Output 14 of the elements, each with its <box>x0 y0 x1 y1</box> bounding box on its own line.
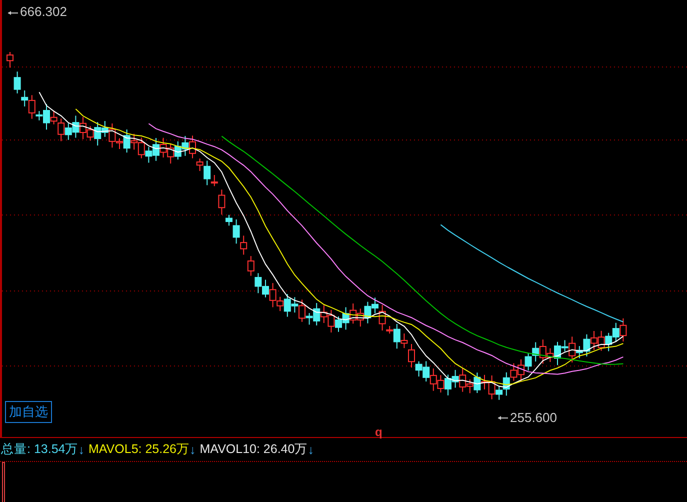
low-price-label: 255.600 <box>510 410 557 425</box>
volume-indicator: 总量: 13.54万 <box>1 441 78 458</box>
volume-indicator: MAVOL5: 25.26万 <box>88 441 190 458</box>
volume-indicator: MAVOL10: 26.40万 <box>200 441 308 458</box>
candlestick <box>6 52 14 68</box>
high-price-label: 666.302 <box>20 4 67 19</box>
trend-arrow: ↓ <box>308 442 314 456</box>
trend-arrow: ↓ <box>78 442 84 456</box>
high-pointer-arrow <box>8 11 18 15</box>
add-to-watchlist-button[interactable]: 加自选 <box>5 401 52 423</box>
chart-marker: q <box>375 425 382 439</box>
volume-bar <box>2 462 5 502</box>
trend-arrow: ↓ <box>190 442 196 456</box>
low-pointer-arrow <box>498 416 508 420</box>
